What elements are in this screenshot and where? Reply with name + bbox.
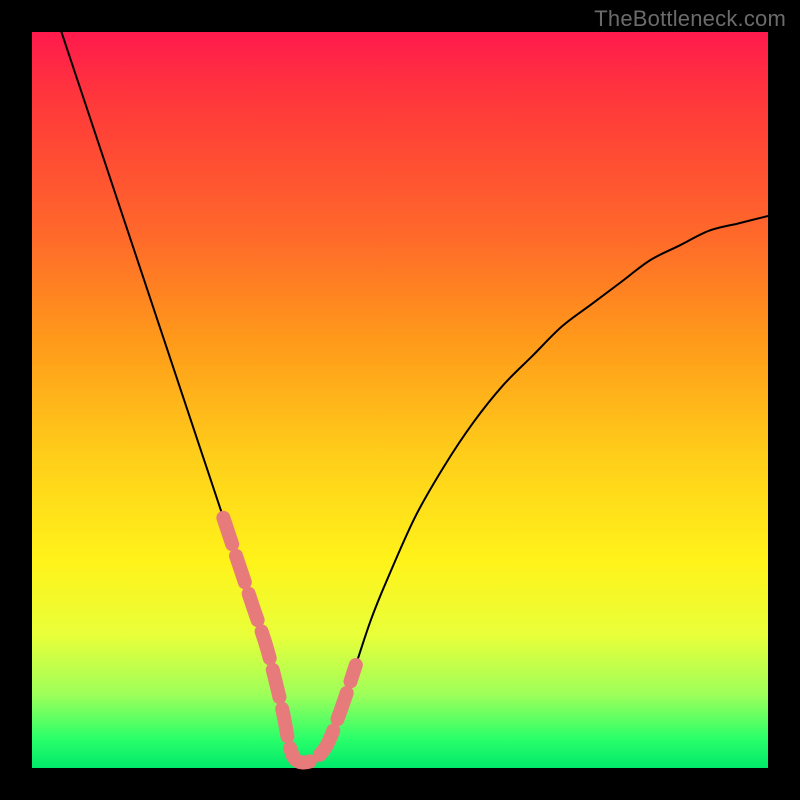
bottleneck-curve-path [61,32,768,762]
chart-frame: TheBottleneck.com [0,0,800,800]
plot-area [32,32,768,768]
watermark-text: TheBottleneck.com [594,6,786,32]
curve-layer [32,32,768,768]
bottleneck-curve-highlight [223,518,355,763]
